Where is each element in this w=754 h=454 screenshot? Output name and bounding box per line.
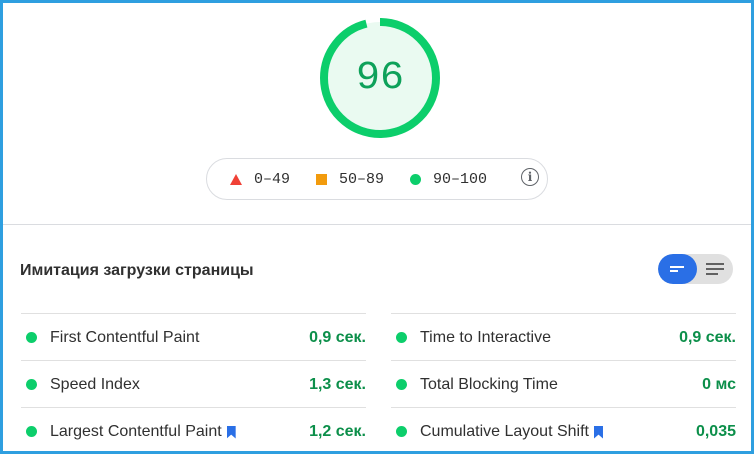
circle-icon — [410, 173, 422, 185]
metric-label-text: Speed Index — [50, 376, 140, 393]
metric-label: First Contentful Paint — [50, 329, 199, 347]
pass-dot-icon — [26, 332, 37, 343]
metrics-column-left: First Contentful Paint 0,9 сек. Speed In… — [21, 313, 366, 451]
expanded-view-button[interactable] — [697, 254, 733, 284]
score-legend: 0–49 50–89 90–100 i — [206, 158, 548, 200]
metric-first-contentful-paint: First Contentful Paint 0,9 сек. — [21, 313, 366, 360]
metric-label-text: Time to Interactive — [420, 329, 552, 346]
metric-label-text: Largest Contentful Paint — [50, 423, 222, 440]
metric-largest-contentful-paint: Largest Contentful Paint 1,2 сек. — [21, 407, 366, 451]
section-title: Имитация загрузки страницы — [20, 262, 254, 279]
metric-speed-index: Speed Index 1,3 сек. — [21, 360, 366, 407]
pass-dot-icon — [396, 426, 407, 437]
metrics-view-toggle[interactable] — [658, 254, 733, 284]
metric-label-text: First Contentful Paint — [50, 329, 200, 346]
metric-label: Time to Interactive — [420, 329, 551, 347]
metrics-column-right: Time to Interactive 0,9 сек. Total Block… — [391, 313, 736, 451]
info-icon[interactable]: i — [521, 168, 539, 186]
performance-score-gauge: 96 — [318, 16, 442, 140]
metric-label: Speed Index — [50, 376, 140, 394]
legend-label-fail: 0–49 — [254, 170, 291, 188]
metric-value: 0,9 сек. — [309, 329, 366, 346]
report-panel: 96 0–49 50–89 90–100 i Имитация загрузки… — [3, 3, 751, 451]
triangle-icon — [230, 173, 242, 185]
metric-label-text: Total Blocking Time — [420, 376, 558, 393]
section-divider — [3, 224, 751, 225]
legend-item-fail: 0–49 — [230, 171, 290, 188]
metric-cumulative-layout-shift: Cumulative Layout Shift 0,035 — [391, 407, 736, 451]
legend-label-average: 50–89 — [339, 170, 385, 188]
metric-value: 0 мс — [702, 376, 736, 393]
bookmark-icon — [593, 425, 603, 439]
square-icon — [316, 173, 328, 185]
pass-dot-icon — [26, 379, 37, 390]
metric-label: Cumulative Layout Shift — [420, 423, 603, 441]
compact-view-button[interactable] — [658, 254, 697, 284]
expanded-view-icon — [706, 263, 724, 275]
metric-value: 0,035 — [695, 423, 736, 440]
pass-dot-icon — [396, 379, 407, 390]
legend-item-average: 50–89 — [316, 171, 384, 188]
metric-label: Total Blocking Time — [420, 376, 558, 394]
pass-dot-icon — [26, 426, 37, 437]
metric-value: 1,2 сек. — [309, 423, 366, 440]
metric-label: Largest Contentful Paint — [50, 423, 236, 441]
legend-label-pass: 90–100 — [433, 170, 488, 188]
bookmark-icon — [226, 425, 236, 439]
score-value: 96 — [355, 55, 404, 101]
metric-total-blocking-time: Total Blocking Time 0 мс — [391, 360, 736, 407]
legend-item-pass: 90–100 — [410, 171, 487, 188]
metric-value: 0,9 сек. — [679, 329, 736, 346]
pass-dot-icon — [396, 332, 407, 343]
metric-value: 1,3 сек. — [309, 376, 366, 393]
metric-label-text: Cumulative Layout Shift — [420, 423, 589, 440]
metric-time-to-interactive: Time to Interactive 0,9 сек. — [391, 313, 736, 360]
compact-view-icon — [669, 266, 684, 272]
